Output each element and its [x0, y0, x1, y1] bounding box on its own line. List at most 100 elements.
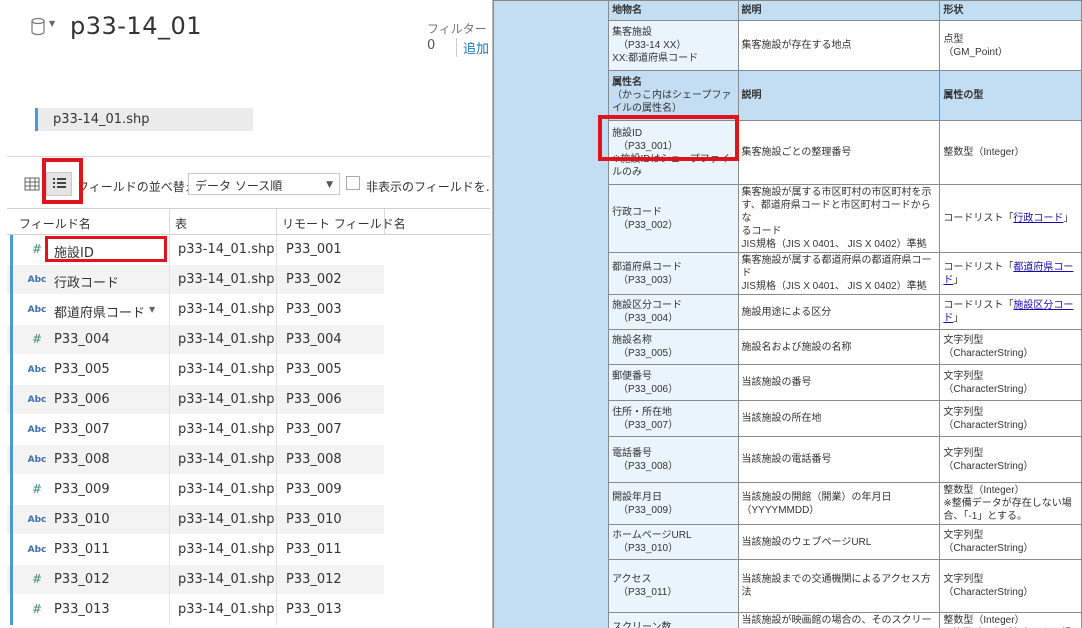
field-name[interactable]: P33_006: [54, 392, 110, 407]
string-type-icon[interactable]: Abc: [27, 425, 47, 435]
table-file-chip[interactable]: p33-14_01.shp: [35, 108, 253, 131]
field-table: p33-14_01.shp: [178, 422, 275, 437]
string-type-icon[interactable]: Abc: [27, 545, 47, 555]
column-divider: [276, 325, 277, 355]
cell-text: 施設名および施設の名称: [741, 341, 852, 353]
category-cell: 地物情報: [493, 0, 610, 628]
code-list-link[interactable]: 施設区分コー: [1013, 300, 1073, 311]
attr-field: （P33_010）: [618, 543, 679, 554]
column-divider: [169, 325, 170, 355]
field-row[interactable]: Abc P33_008 p33-14_01.shp P33_008: [7, 445, 384, 475]
field-name[interactable]: P33_010: [54, 512, 110, 527]
cell-text: 整数型（Integer）: [943, 615, 1025, 626]
cell-text: 文字列型: [943, 447, 984, 459]
field-row[interactable]: Abc P33_011 p33-14_01.shp P33_011: [7, 535, 384, 565]
attr-name: アクセス: [612, 574, 652, 585]
code-list-link[interactable]: 都道府県コー: [1013, 262, 1073, 273]
string-type-icon[interactable]: Abc: [27, 305, 47, 315]
column-header-field-name[interactable]: フィールド名: [19, 215, 91, 232]
field-row[interactable]: Abc P33_007 p33-14_01.shp P33_007: [7, 415, 384, 445]
field-name[interactable]: P33_007: [54, 422, 110, 437]
header-cell: 地物名: [608, 0, 739, 21]
column-divider[interactable]: [169, 209, 170, 235]
field-name[interactable]: P33_005: [54, 362, 110, 377]
cell-text: （CharacterString）: [943, 348, 1034, 359]
field-row[interactable]: Abc 都道府県コード ▼ p33-14_01.shp P33_003: [7, 295, 384, 325]
cell-text: 」: [953, 313, 964, 324]
description-cell: 当該施設の電話番号: [737, 436, 941, 483]
code-list-link[interactable]: ド: [943, 313, 953, 324]
database-icon[interactable]: [30, 17, 48, 37]
number-type-icon[interactable]: #: [27, 482, 47, 496]
header-text: （かっこ内はシェープファ: [612, 90, 732, 101]
remote-field-name: P33_011: [286, 542, 342, 557]
header-cell: 説明: [737, 70, 941, 121]
field-table: p33-14_01.shp: [178, 332, 275, 347]
field-table: p33-14_01.shp: [178, 392, 275, 407]
column-divider[interactable]: [276, 209, 277, 235]
datasource-title[interactable]: p33-14_01: [70, 12, 202, 40]
column-divider: [276, 355, 277, 385]
description-cell: 集客施設が属する市区町村の市区町村を示 す、都道府県コードと市区町村コードからなる…: [737, 184, 941, 253]
field-name[interactable]: P33_009: [54, 482, 110, 497]
chevron-down-icon: ▼: [326, 180, 333, 190]
remote-field-name: P33_005: [286, 362, 342, 377]
field-row[interactable]: Abc P33_006 p33-14_01.shp P33_006: [7, 385, 384, 415]
string-type-icon[interactable]: Abc: [27, 455, 47, 465]
cell-text: （P33-14 XX）: [618, 40, 687, 51]
field-row[interactable]: Abc P33_005 p33-14_01.shp P33_005: [7, 355, 384, 385]
spec-document: 地物情報地物名説明形状集客施設（P33-14 XX）XX:都道府県コード集客施設…: [492, 0, 1082, 628]
field-row[interactable]: # P33_013 p33-14_01.shp P33_013: [7, 595, 384, 625]
filter-count: 0: [427, 38, 436, 53]
number-type-icon[interactable]: #: [27, 572, 47, 586]
number-type-icon[interactable]: #: [27, 602, 47, 616]
field-table: p33-14_01.shp: [178, 512, 275, 527]
column-header-remote-field-name[interactable]: リモート フィールド名: [282, 215, 406, 232]
sort-order-select[interactable]: データ ソース順 ▼: [188, 173, 340, 195]
column-header-table[interactable]: 表: [175, 215, 187, 232]
chevron-down-icon[interactable]: ▼: [149, 305, 155, 314]
field-name[interactable]: P33_004: [54, 332, 110, 347]
string-type-icon[interactable]: Abc: [27, 395, 47, 405]
header-cell: 属性の型: [939, 70, 1082, 121]
column-divider: [169, 385, 170, 415]
show-hidden-fields-checkbox[interactable]: [346, 176, 360, 190]
add-filter-link[interactable]: 追加: [456, 38, 489, 57]
field-name[interactable]: P33_008: [54, 452, 110, 467]
filter-label: フィルター: [427, 22, 487, 36]
string-type-icon[interactable]: Abc: [27, 515, 47, 525]
type-cell: 整数型（Integer）: [939, 120, 1082, 185]
field-row[interactable]: Abc P33_010 p33-14_01.shp P33_010: [7, 505, 384, 535]
attr-name: 電話番号: [612, 447, 653, 459]
field-row[interactable]: Abc 行政コード p33-14_01.shp P33_002: [7, 265, 384, 295]
code-list-link[interactable]: 行政コード: [1013, 213, 1063, 224]
grid-view-icon[interactable]: [24, 176, 40, 192]
string-type-icon[interactable]: Abc: [27, 275, 47, 285]
field-name[interactable]: P33_012: [54, 572, 110, 587]
row-accent: [10, 295, 13, 325]
field-row[interactable]: # P33_012 p33-14_01.shp P33_012: [7, 565, 384, 595]
number-type-icon[interactable]: #: [27, 242, 47, 256]
field-row[interactable]: # P33_004 p33-14_01.shp P33_004: [7, 325, 384, 355]
field-name[interactable]: 行政コード: [54, 272, 119, 291]
code-list-link[interactable]: ド: [943, 275, 953, 286]
column-divider: [276, 565, 277, 595]
string-type-icon[interactable]: Abc: [27, 365, 47, 375]
highlight-box: [598, 115, 739, 161]
attr-field: （P33_002）: [618, 219, 679, 231]
field-row[interactable]: # P33_009 p33-14_01.shp P33_009: [7, 475, 384, 505]
row-accent: [10, 595, 13, 625]
number-type-icon[interactable]: #: [27, 332, 47, 346]
field-table: p33-14_01.shp: [178, 242, 275, 257]
attr-name: 施設名称: [612, 335, 653, 346]
remote-field-name: P33_008: [286, 452, 342, 467]
field-name[interactable]: 都道府県コード: [54, 302, 145, 321]
column-divider[interactable]: [384, 209, 385, 235]
chevron-down-icon[interactable]: ▼: [49, 19, 55, 28]
show-hidden-fields-label[interactable]: 非表示のフィールドを…: [366, 178, 490, 195]
header-cell: 属性名 （かっこ内はシェープファ イルの属性名）: [608, 70, 739, 121]
field-name[interactable]: P33_013: [54, 602, 110, 617]
attr-name: 都道府県コード: [612, 261, 683, 273]
column-divider: [169, 505, 170, 535]
field-name[interactable]: P33_011: [54, 542, 110, 557]
